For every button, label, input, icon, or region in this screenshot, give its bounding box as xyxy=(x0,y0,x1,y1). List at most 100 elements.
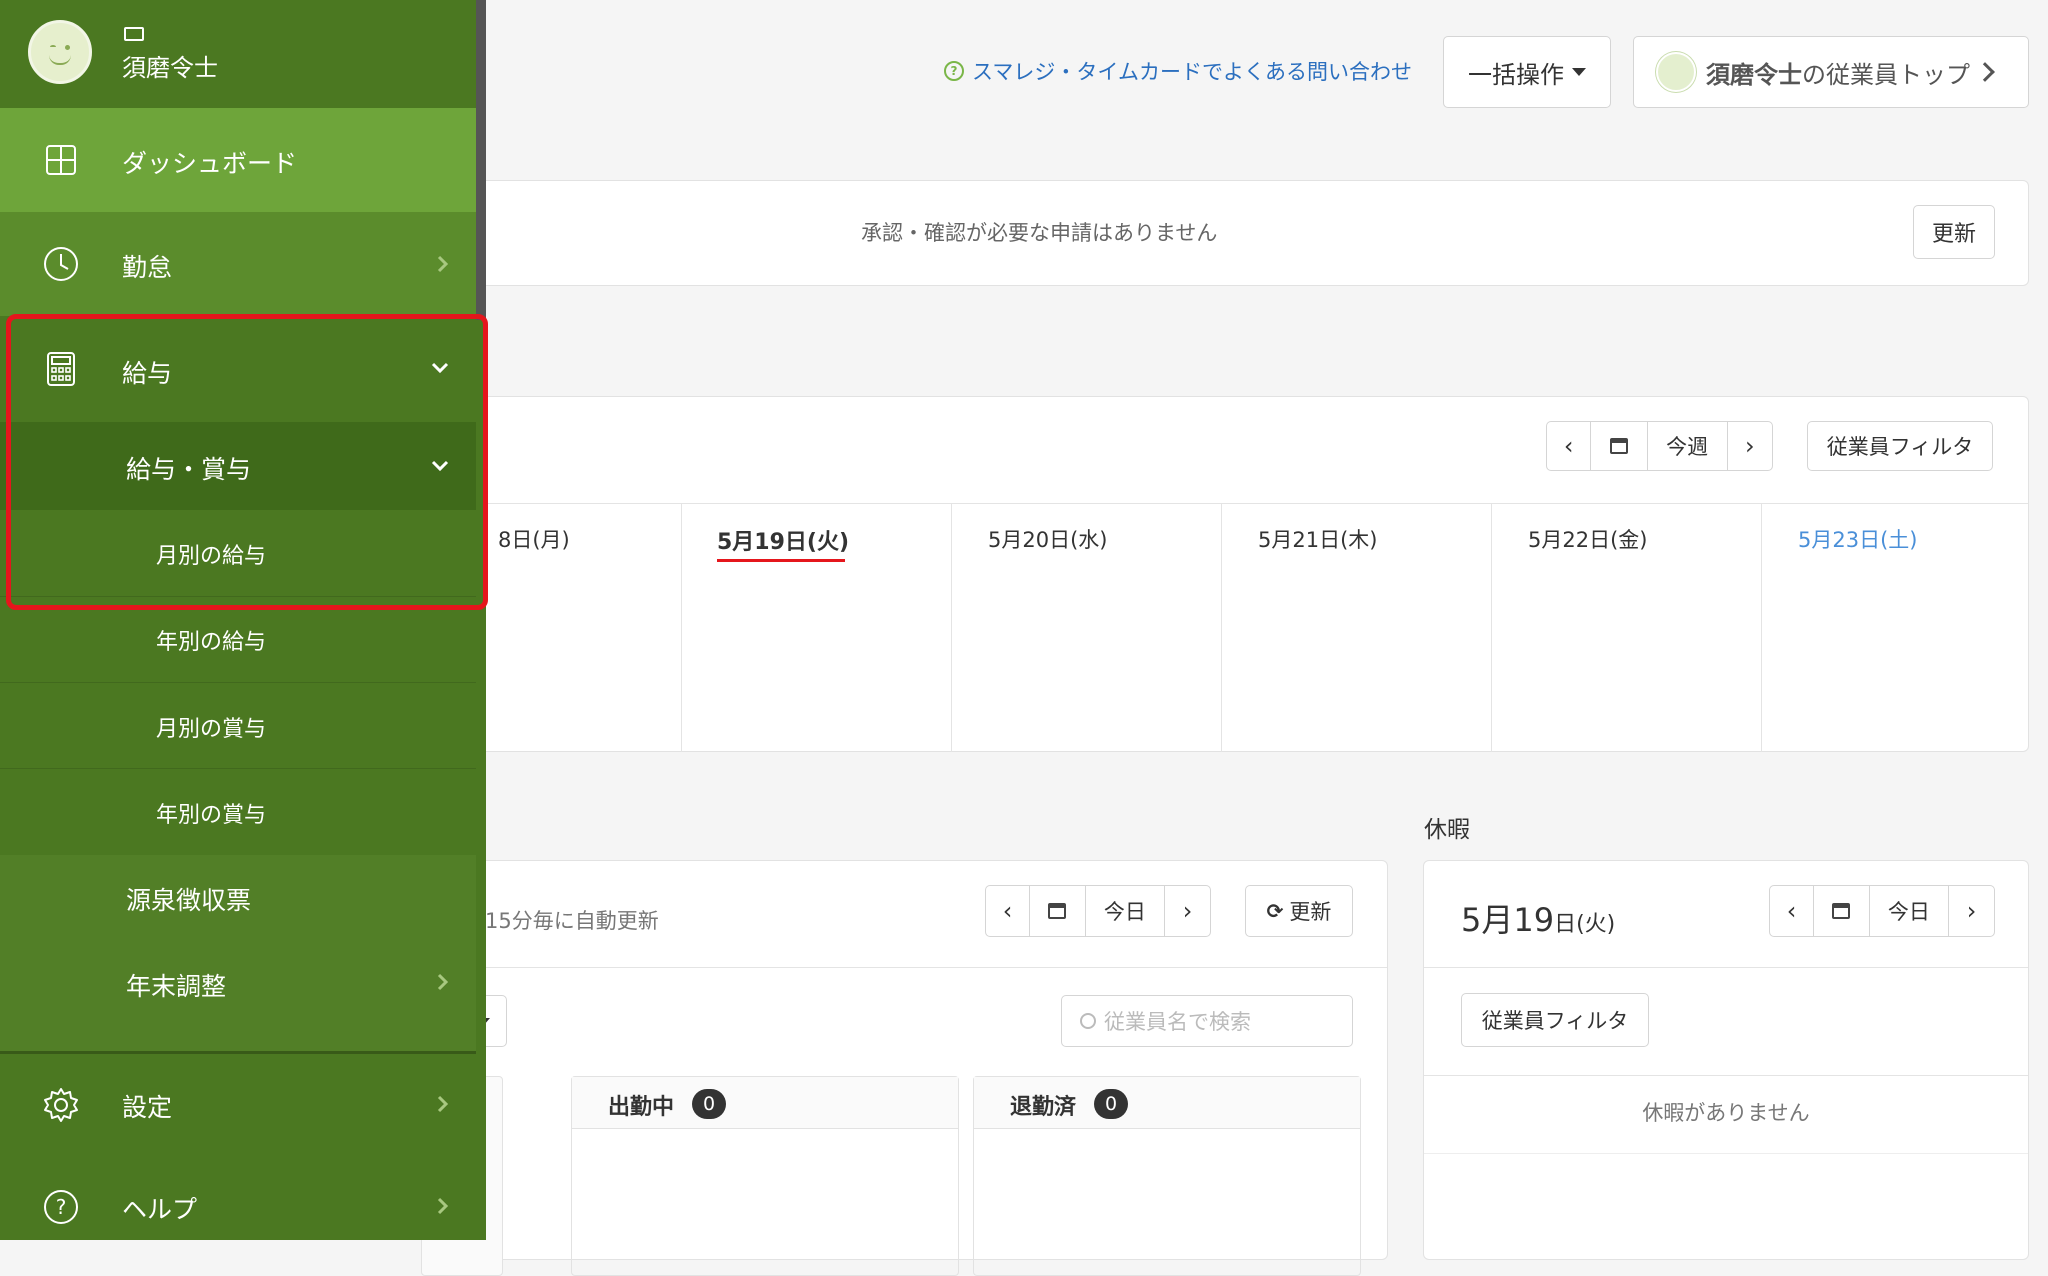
day-column[interactable]: 5月20日(水) xyxy=(951,504,1221,752)
vacation-prev-button[interactable]: ‹ xyxy=(1770,886,1815,936)
avatar xyxy=(28,20,92,84)
status-prev-button[interactable]: ‹ xyxy=(986,886,1031,936)
week-employee-filter-label: 従業員フィルタ xyxy=(1826,435,1974,459)
vacation-today-button[interactable]: 今日 xyxy=(1870,886,1950,936)
vacation-day-nav: ‹ 今日 › xyxy=(1769,885,1995,937)
avatar-face xyxy=(50,45,56,49)
sidebar-subitem-monthly-bonus[interactable]: 月別の賞与 xyxy=(0,683,476,769)
vacation-employee-filter-button[interactable]: 従業員フィルタ xyxy=(1461,993,1649,1047)
sidebar-user-header[interactable]: 須磨令士 xyxy=(0,0,476,108)
sidebar-subitem-yearly-bonus[interactable]: 年別の賞与 xyxy=(0,769,476,855)
vacation-empty-text: 休暇がありません xyxy=(1642,1101,1810,1125)
approval-refresh-label: 更新 xyxy=(1931,222,1976,247)
dashboard-icon xyxy=(46,145,76,175)
highlight-box xyxy=(6,314,488,610)
vacation-calendar-button[interactable] xyxy=(1814,886,1870,936)
left-label: 退勤済 xyxy=(1010,1095,1077,1120)
status-calendar-button[interactable] xyxy=(1030,886,1086,936)
sidebar-item-label: ヘルプ xyxy=(122,1195,198,1224)
week-nav: ‹ 今週 › xyxy=(1546,421,1773,471)
sidebar-item-settings[interactable]: 設定 xyxy=(0,1054,476,1158)
status-column-working: 出勤中 0 xyxy=(571,1076,959,1276)
vacation-next-button[interactable]: › xyxy=(1949,886,1994,936)
clock-icon xyxy=(44,247,78,281)
vacation-employee-filter-label: 従業員フィルタ xyxy=(1481,1009,1629,1033)
approval-message: 承認・確認が必要な申請はありません xyxy=(861,221,1218,245)
gear-icon xyxy=(44,1088,78,1122)
vacation-divider xyxy=(1424,1075,2028,1076)
chevron-right-icon xyxy=(437,255,449,273)
day-label: 5月20日(水) xyxy=(988,528,1108,552)
avatar-small xyxy=(1656,52,1696,92)
status-column-left: 退勤済 0 xyxy=(973,1076,1361,1276)
status-refresh-button[interactable]: ⟳ 更新 xyxy=(1245,885,1353,937)
id-card-icon xyxy=(124,27,144,41)
sidebar-item-label: 勤怠 xyxy=(122,253,173,282)
vacation-divider xyxy=(1424,1153,2028,1154)
sidebar-user-name: 須磨令士 xyxy=(122,54,218,82)
status-refresh-label: 更新 xyxy=(1289,900,1332,924)
sidebar-item-label: 月別の賞与 xyxy=(156,717,267,742)
search-placeholder: 従業員名で検索 xyxy=(1104,1010,1251,1034)
sidebar-subitem-withholding[interactable]: 源泉徴収票 xyxy=(0,855,476,941)
help-icon: ? xyxy=(44,1190,78,1224)
status-today-button[interactable]: 今日 xyxy=(1086,886,1166,936)
search-icon xyxy=(1080,1013,1096,1029)
auto-update-text: 15分毎に自動更新 xyxy=(485,909,659,933)
sidebar-subitem-year-end[interactable]: 年末調整 xyxy=(0,941,476,1051)
approval-refresh-button[interactable]: 更新 xyxy=(1913,205,1995,259)
svg-text:?: ? xyxy=(56,1195,67,1219)
sidebar-item-label: 源泉徴収票 xyxy=(126,886,252,915)
chevron-right-icon xyxy=(437,973,449,991)
calendar-icon xyxy=(1610,438,1629,454)
day-column[interactable]: 5月23日(土) xyxy=(1761,504,2028,752)
week-prev-button[interactable]: ‹ xyxy=(1547,422,1592,470)
bulk-action-label: 一括操作 xyxy=(1468,60,1564,89)
sidebar-scrollbar[interactable] xyxy=(476,0,486,320)
week-card: ‹ 今週 › 従業員フィルタ 8日(月) 5月19日(火) 5月20日(水) 5… xyxy=(440,396,2029,752)
chevron-right-icon xyxy=(437,1197,449,1215)
employee-top-button[interactable]: 須磨令士 の従業員トップ xyxy=(1633,36,2029,108)
faq-link-label: スマレジ・タイムカードでよくある問い合わせ xyxy=(972,60,1412,84)
employee-top-suffix: の従業員トップ xyxy=(1802,60,1970,89)
day-column[interactable]: 5月21日(木) xyxy=(1221,504,1491,752)
status-card: 15分毎に自動更新 ‹ 今日 › ⟳ 更新 ス 従業員名で検索 出勤中 0 退勤… xyxy=(421,860,1388,1276)
faq-link[interactable]: ? スマレジ・タイムカードでよくある問い合わせ xyxy=(944,56,1412,86)
left-count-badge: 0 xyxy=(1094,1089,1128,1119)
day-column[interactable]: 5月22日(金) xyxy=(1491,504,1761,752)
week-calendar-button[interactable] xyxy=(1591,422,1648,470)
day-label: 5月21日(木) xyxy=(1258,528,1378,552)
vacation-divider xyxy=(1424,967,2028,968)
week-employee-filter-button[interactable]: 従業員フィルタ xyxy=(1807,421,1993,471)
help-circle-icon: ? xyxy=(944,61,964,81)
day-label-today: 5月19日(火) xyxy=(717,530,850,555)
sidebar-item-label: 年末調整 xyxy=(126,972,227,1001)
working-count-badge: 0 xyxy=(692,1089,726,1119)
status-divider xyxy=(441,967,1387,968)
day-label: 8日(月) xyxy=(498,528,570,552)
avatar-face xyxy=(49,55,71,65)
sidebar-item-label: 年別の賞与 xyxy=(156,803,267,828)
calendar-icon xyxy=(1048,903,1067,919)
sidebar-item-attendance[interactable]: 勤怠 xyxy=(0,212,476,316)
chevron-right-icon xyxy=(437,1095,449,1113)
caret-down-icon xyxy=(1572,68,1586,76)
sidebar-item-label: ダッシュボード xyxy=(122,149,298,178)
employee-search-input[interactable]: 従業員名で検索 xyxy=(1061,995,1353,1047)
sidebar-item-help[interactable]: ? ヘルプ xyxy=(0,1158,476,1240)
refresh-icon: ⟳ xyxy=(1266,899,1284,923)
sidebar-item-label: 年別の給与 xyxy=(156,630,267,655)
chevron-right-icon xyxy=(1975,62,1995,82)
vacation-card: 5月19日(火) ‹ 今日 › 従業員フィルタ 休暇がありません xyxy=(1423,860,2029,1260)
status-next-button[interactable]: › xyxy=(1165,886,1210,936)
sidebar-item-label: 設定 xyxy=(122,1093,173,1122)
day-column-today[interactable]: 5月19日(火) xyxy=(681,504,951,752)
vacation-section-title: 休暇 xyxy=(1424,817,1470,843)
avatar-face xyxy=(65,45,70,50)
sidebar-item-dashboard[interactable]: ダッシュボード xyxy=(0,108,476,212)
week-next-button[interactable]: › xyxy=(1728,422,1772,470)
vacation-date: 5月19日(火) xyxy=(1461,895,1615,941)
bulk-action-button[interactable]: 一括操作 xyxy=(1443,36,1611,108)
today-underline xyxy=(717,559,845,562)
week-this-week-button[interactable]: 今週 xyxy=(1648,422,1728,470)
